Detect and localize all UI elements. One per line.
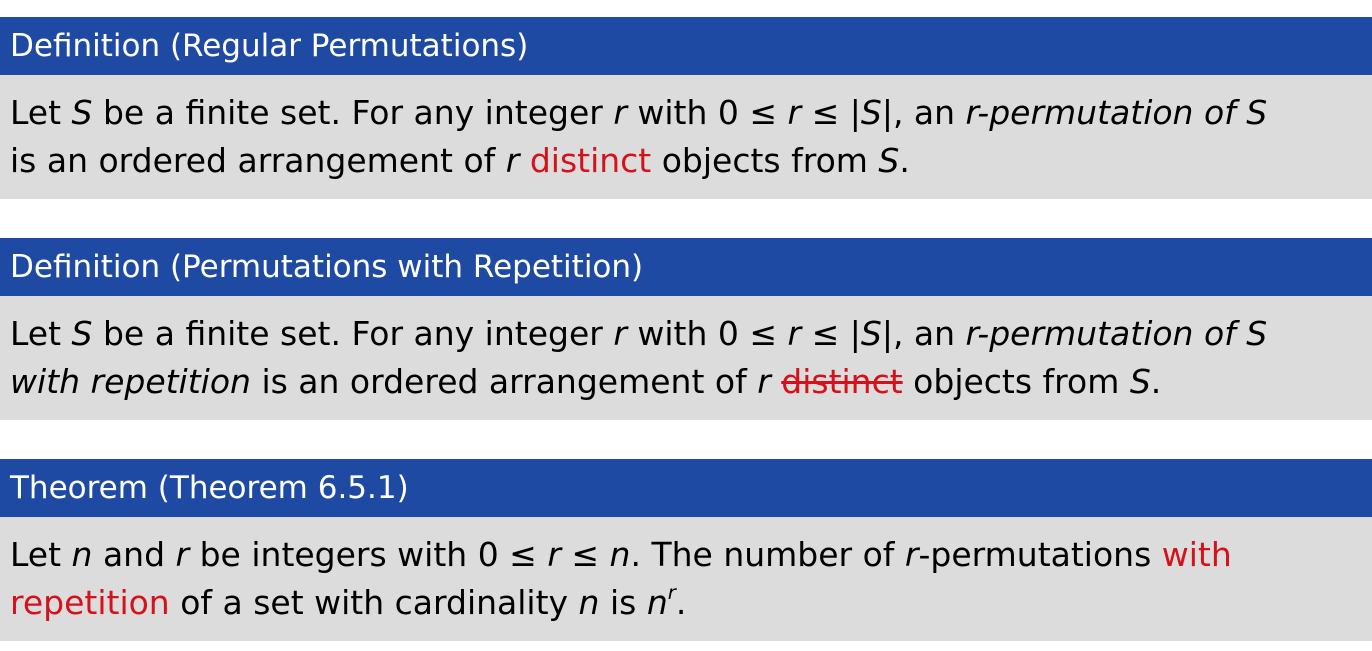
- definition-block-regular-permutations: Definition (Regular Permutations) Let S …: [0, 17, 1372, 199]
- block-title: Definition (Permutations with Repetition…: [0, 238, 1372, 296]
- highlighted-word: distinct: [529, 141, 652, 180]
- text-fragment: .: [1150, 362, 1162, 401]
- math-variable: S: [860, 314, 882, 353]
- theorem-block-6-5-1: Theorem (Theorem 6.5.1) Let n and r be i…: [0, 459, 1372, 641]
- content-line-2: repetition of a set with cardinality n i…: [10, 579, 1372, 627]
- content-line-2: with repetition is an ordered arrangemen…: [10, 358, 1372, 406]
- text-fragment: , an: [892, 314, 966, 353]
- text-fragment: with: [626, 314, 718, 353]
- text-fragment: is: [599, 583, 647, 622]
- math-variable: r: [787, 314, 802, 353]
- math-variable: r: [757, 362, 771, 401]
- math-variable: n: [646, 583, 668, 622]
- math-variable: n: [578, 583, 600, 622]
- math-expression: 0 ≤: [717, 314, 788, 353]
- math-variable: n: [609, 535, 631, 574]
- text-fragment: .: [675, 583, 687, 622]
- text-fragment: be a finite set. For any integer: [92, 314, 614, 353]
- math-variable: S: [878, 141, 900, 180]
- math-expression: 0 ≤: [477, 535, 548, 574]
- math-variable: r: [904, 535, 919, 574]
- content-line-1: Let S be a finite set. For any integer r…: [10, 310, 1372, 358]
- highlighted-word: with: [1161, 535, 1232, 574]
- text-fragment: be integers with: [189, 535, 478, 574]
- text-fragment: objects from: [651, 141, 879, 180]
- block-title: Definition (Regular Permutations): [0, 17, 1372, 75]
- text-fragment: be a finite set. For any integer: [92, 93, 614, 132]
- math-variable: n: [71, 535, 93, 574]
- text-fragment: is an ordered arrangement of: [250, 362, 758, 401]
- math-expression: |: [881, 314, 893, 353]
- math-variable: S: [71, 314, 93, 353]
- text-fragment: Let: [10, 93, 72, 132]
- italic-term: r-permutation of: [965, 93, 1247, 132]
- text-fragment: . The number of: [630, 535, 905, 574]
- text-fragment: Let: [10, 314, 72, 353]
- struck-word: distinct: [781, 362, 903, 401]
- text-fragment: , an: [892, 93, 966, 132]
- text-fragment: .: [899, 141, 910, 180]
- italic-term: r-permutation of: [965, 314, 1247, 353]
- content-line-1: Let S be a finite set. For any integer r…: [10, 89, 1372, 137]
- math-exponent: r: [667, 581, 676, 605]
- block-title: Theorem (Theorem 6.5.1): [0, 459, 1372, 517]
- block-content: Let S be a finite set. For any integer r…: [0, 75, 1372, 199]
- math-variable: r: [613, 93, 627, 132]
- math-variable: S: [1246, 314, 1268, 353]
- math-expression: ≤: [560, 535, 610, 574]
- math-variable: r: [547, 535, 561, 574]
- math-variable: S: [71, 93, 93, 132]
- math-expression: |: [881, 93, 893, 132]
- text-fragment: -permutations: [918, 535, 1162, 574]
- math-variable: S: [1246, 93, 1268, 132]
- block-content: Let S be a finite set. For any integer r…: [0, 296, 1372, 420]
- math-variable: S: [1129, 362, 1151, 401]
- text-fragment: is an ordered arrangement of: [10, 141, 506, 180]
- math-variable: r: [787, 93, 802, 132]
- math-expression: ≤ |: [801, 314, 861, 353]
- italic-term: with repetition: [10, 362, 251, 401]
- math-variable: S: [860, 93, 882, 132]
- block-content: Let n and r be integers with 0 ≤ r ≤ n. …: [0, 517, 1372, 641]
- text-fragment: and: [92, 535, 176, 574]
- content-line-1: Let n and r be integers with 0 ≤ r ≤ n. …: [10, 531, 1372, 579]
- text-fragment: with: [626, 93, 718, 132]
- math-variable: r: [613, 314, 627, 353]
- text-fragment: Let: [10, 535, 72, 574]
- highlighted-word: repetition: [10, 583, 170, 622]
- definition-block-permutations-with-repetition: Definition (Permutations with Repetition…: [0, 238, 1372, 420]
- content-line-2: is an ordered arrangement of r distinct …: [10, 137, 1372, 185]
- math-expression: ≤ |: [801, 93, 861, 132]
- text-fragment: objects from: [902, 362, 1130, 401]
- math-expression: 0 ≤: [717, 93, 788, 132]
- math-variable: r: [175, 535, 190, 574]
- math-variable: r: [505, 141, 520, 180]
- text-fragment: of a set with cardinality: [169, 583, 579, 622]
